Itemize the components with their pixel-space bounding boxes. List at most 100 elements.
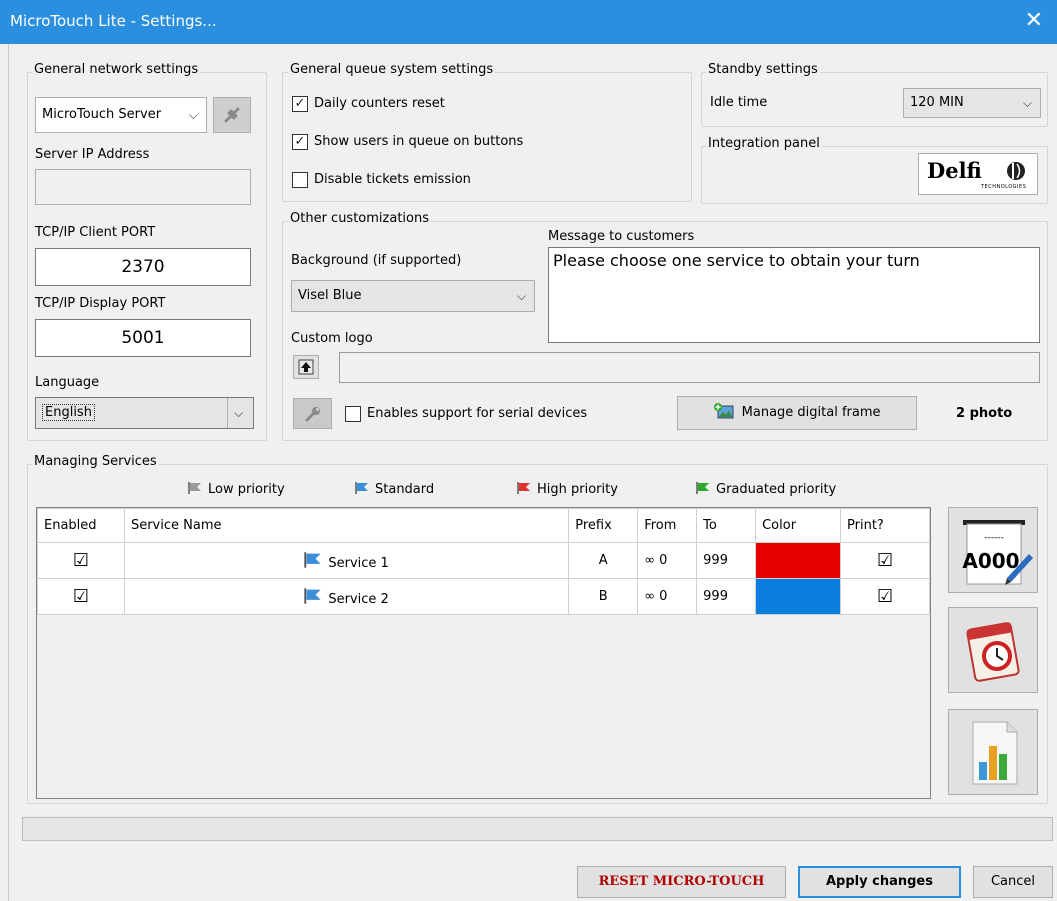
schedule-button[interactable] (948, 607, 1038, 693)
close-icon[interactable]: ✕ (1025, 8, 1043, 34)
priority-legend-low: Low priority (188, 481, 285, 497)
manage-digital-frame-label: Manage digital frame (741, 405, 881, 420)
delfi-logo-mark-icon (1007, 162, 1025, 180)
upload-logo-button[interactable] (293, 355, 319, 379)
server-mode-value: MicroTouch Server (42, 107, 162, 122)
message-value: Please choose one service to obtain your… (553, 251, 920, 270)
serial-devices-checkbox[interactable] (345, 406, 361, 422)
daily-counters-reset-checkbox[interactable]: ✓ (292, 96, 308, 112)
show-users-checkbox[interactable]: ✓ (292, 134, 308, 150)
reset-micro-touch-button[interactable]: RESET MICRO-TOUCH (577, 866, 786, 898)
network-legend: General network settings (32, 62, 201, 77)
chevron-down-icon: ⌵ (1022, 96, 1032, 110)
statistics-button[interactable] (948, 709, 1038, 795)
chevron-down-icon: ⌵ (188, 108, 198, 122)
color-cell[interactable] (755, 578, 842, 615)
column-header-enabled[interactable]: Enabled (37, 508, 125, 543)
integration-legend: Integration panel (706, 136, 822, 151)
idle-time-value: 120 MIN (910, 95, 964, 110)
disable-tickets-label: Disable tickets emission (314, 172, 471, 187)
chevron-down-icon: ⌵ (516, 289, 526, 303)
service-name-cell[interactable]: Service 2 (123, 578, 570, 615)
blue-flag-icon (304, 587, 322, 604)
column-header-from[interactable]: From (637, 508, 698, 543)
disable-tickets-checkbox[interactable] (292, 172, 308, 188)
window-title: MicroTouch Lite - Settings... (10, 12, 217, 30)
services-table-container: Enabled Service Name Prefix From To Colo… (36, 507, 931, 799)
enabled-checkbox[interactable]: ☑ (37, 542, 125, 579)
svg-text:------: ------ (984, 533, 1004, 543)
background-select[interactable]: Visel Blue ⌵ (291, 280, 535, 312)
tcp-display-port-field[interactable]: 5001 (35, 319, 251, 357)
print-checkbox[interactable]: ☑ (840, 578, 930, 615)
ticket-layout-button[interactable]: ------ A000 (948, 507, 1038, 593)
service-name: Service 1 (328, 555, 389, 571)
tcp-display-port-label: TCP/IP Display PORT (35, 296, 166, 311)
server-ip-field[interactable] (35, 169, 251, 205)
cancel-button[interactable]: Cancel (973, 866, 1053, 898)
upload-icon (298, 359, 314, 375)
color-cell[interactable] (755, 542, 842, 579)
green-flag-icon (696, 482, 709, 494)
delfi-logo: Delfi (927, 158, 982, 183)
column-header-prefix[interactable]: Prefix (568, 508, 639, 543)
from-cell[interactable]: ∞ 0 (637, 542, 698, 579)
serial-settings-button[interactable] (293, 398, 332, 429)
tcp-display-port-value: 5001 (121, 328, 165, 348)
language-label: Language (35, 375, 100, 390)
gray-flag-icon (188, 482, 201, 494)
apply-changes-button[interactable]: Apply changes (798, 866, 961, 898)
photo-count: 2 photo (956, 406, 1013, 421)
priority-legend-standard: Standard (355, 481, 434, 497)
services-table: Enabled Service Name Prefix From To Colo… (37, 508, 930, 615)
red-flag-icon (517, 482, 530, 494)
service-name-cell[interactable]: Service 1 (123, 542, 570, 579)
service-name: Service 2 (328, 591, 389, 607)
from-cell[interactable]: ∞ 0 (637, 578, 698, 615)
custom-logo-label: Custom logo (291, 331, 373, 346)
server-ip-label: Server IP Address (35, 147, 150, 162)
background-value: Visel Blue (298, 288, 362, 303)
server-mode-select[interactable]: MicroTouch Server ⌵ (35, 97, 207, 133)
prefix-cell[interactable]: A (568, 542, 639, 579)
ticket-print-icon: ------ A000 (962, 520, 1033, 585)
language-value: English (42, 404, 95, 421)
column-header-color[interactable]: Color (755, 508, 842, 543)
other-legend: Other customizations (288, 211, 431, 226)
message-field[interactable]: Please choose one service to obtain your… (548, 247, 1040, 343)
column-header-print[interactable]: Print? (840, 508, 930, 543)
enabled-checkbox[interactable]: ☑ (37, 578, 125, 615)
table-row[interactable]: ☑ Service 2 B ∞ 0 999 ☑ (37, 578, 930, 615)
blue-flag-icon (304, 551, 322, 568)
progress-bar (22, 817, 1053, 841)
services-legend: Managing Services (32, 454, 159, 469)
priority-legend-graduated: Graduated priority (696, 481, 836, 497)
language-select[interactable]: English ⌵ (35, 397, 254, 429)
table-header-row: Enabled Service Name Prefix From To Colo… (37, 508, 930, 543)
prefix-cell[interactable]: B (568, 578, 639, 615)
queue-legend: General queue system settings (288, 62, 496, 77)
column-header-service-name[interactable]: Service Name (123, 508, 570, 543)
print-checkbox[interactable]: ☑ (840, 542, 930, 579)
svg-text:A000: A000 (962, 549, 1019, 573)
tcp-client-port-label: TCP/IP Client PORT (35, 225, 156, 240)
plug-icon (224, 107, 240, 123)
idle-time-select[interactable]: 120 MIN ⌵ (903, 88, 1041, 118)
delfi-logo-button[interactable]: Delfi TECHNOLOGIES (918, 153, 1038, 195)
to-cell[interactable]: 999 (696, 578, 757, 615)
priority-legend-high: High priority (517, 481, 618, 497)
delfi-logo-sub: TECHNOLOGIES (981, 184, 1027, 190)
blue-flag-icon (355, 482, 368, 494)
background-label: Background (if supported) (291, 253, 462, 268)
manage-digital-frame-button[interactable]: Manage digital frame (677, 396, 917, 430)
calendar-clock-icon (966, 622, 1020, 682)
picture-add-icon (713, 403, 733, 419)
connect-button[interactable] (213, 97, 251, 133)
custom-logo-field[interactable] (339, 352, 1040, 383)
tcp-client-port-field[interactable]: 2370 (35, 248, 251, 286)
tcp-client-port-value: 2370 (121, 257, 165, 277)
column-header-to[interactable]: To (696, 508, 757, 543)
table-row[interactable]: ☑ Service 1 A ∞ 0 999 ☑ (37, 542, 930, 579)
message-label: Message to customers (548, 229, 695, 244)
to-cell[interactable]: 999 (696, 542, 757, 579)
